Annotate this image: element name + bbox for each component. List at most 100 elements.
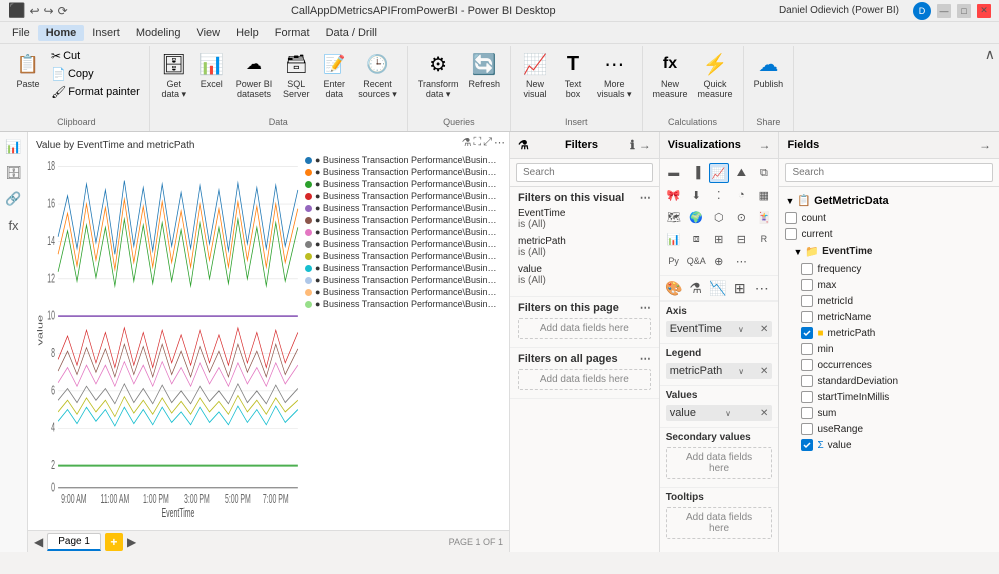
field-frequency-checkbox[interactable] [801, 263, 813, 275]
filters-search-input[interactable] [516, 163, 653, 182]
expand-chart-icon[interactable]: ⤢ [483, 136, 492, 149]
text-box-button[interactable]: T Textbox [555, 48, 591, 101]
viz-area-chart-btn[interactable]: ⛰ [731, 163, 751, 183]
report-view-icon[interactable]: 📊 [3, 136, 25, 158]
transform-data-button[interactable]: ⚙ Transformdata ▾ [414, 48, 463, 102]
filter-metricpath[interactable]: metricPath is (All) [518, 236, 651, 258]
viz-filled-map-btn[interactable]: 🌍 [686, 207, 706, 227]
viz-card-btn[interactable]: 🃏 [754, 207, 774, 227]
field-userange-checkbox[interactable] [801, 423, 813, 435]
data-view-icon[interactable]: 🗄 [3, 162, 25, 184]
quick-measure-button[interactable]: ⚡ Quickmeasure [694, 48, 737, 101]
viz-qa-btn[interactable]: Q&A [686, 251, 706, 271]
filters-expand-icon[interactable]: → [639, 138, 651, 152]
filter-eventtime[interactable]: EventTime is (All) [518, 208, 651, 230]
refresh-btn[interactable]: ⟳ [58, 4, 68, 18]
redo-btn[interactable]: ↪ [44, 4, 54, 18]
table-get-metric-data[interactable]: ▼ 📋 GetMetricData [779, 191, 999, 210]
page-tab[interactable]: Page 1 [47, 533, 101, 551]
fields-expand-icon[interactable]: → [979, 138, 991, 152]
field-occurrences-checkbox[interactable] [801, 359, 813, 371]
viz-gauge-btn[interactable]: ⊙ [731, 207, 751, 227]
viz-expand-icon[interactable]: → [758, 138, 770, 152]
field-metricpath[interactable]: ■ metricPath [779, 325, 999, 341]
more-chart-icon[interactable]: ⋯ [494, 136, 505, 149]
filters-info-icon[interactable]: ℹ [630, 138, 635, 152]
viz-more2-btn[interactable]: ⋯ [752, 278, 772, 298]
viz-table-btn[interactable]: ⊞ [709, 229, 729, 249]
field-frequency[interactable]: frequency [779, 261, 999, 277]
dax-icon[interactable]: fx [3, 214, 25, 236]
viz-line-chart-btn[interactable]: 📈 [709, 163, 729, 183]
filters-on-visual-more[interactable]: ⋯ [640, 191, 651, 204]
field-standard-deviation[interactable]: standardDeviation [779, 373, 999, 389]
field-userange[interactable]: useRange [779, 421, 999, 437]
viz-slicer-btn[interactable]: ⧈ [686, 229, 706, 249]
filters-on-page-more[interactable]: ⋯ [640, 301, 651, 314]
field-start-time-in-millis[interactable]: startTimeInMillis [779, 389, 999, 405]
viz-legend-remove-btn[interactable]: ✕ [760, 366, 768, 377]
field-current-checkbox[interactable] [785, 228, 797, 240]
viz-scatter-btn[interactable]: ⁚ [709, 185, 729, 205]
field-count[interactable]: count [779, 210, 999, 226]
add-secondary-values-btn[interactable]: Add data fields here [666, 447, 773, 479]
menu-data-drill[interactable]: Data / Drill [318, 25, 385, 41]
menu-format[interactable]: Format [267, 25, 318, 41]
filters-on-all-more[interactable]: ⋯ [640, 352, 651, 365]
field-max-checkbox[interactable] [801, 279, 813, 291]
new-measure-button[interactable]: fx Newmeasure [649, 48, 692, 101]
field-occurrences[interactable]: occurrences [779, 357, 999, 373]
chart-svg-container[interactable]: 18 16 14 12 10 8 6 4 2 0 value 9:00 AM [36, 155, 301, 517]
field-min-checkbox[interactable] [801, 343, 813, 355]
power-bi-datasets-button[interactable]: ☁ Power BIdatasets [232, 48, 277, 101]
menu-file[interactable]: File [4, 25, 38, 41]
viz-map-btn[interactable]: 🗺 [664, 207, 684, 227]
field-min[interactable]: min [779, 341, 999, 357]
viz-decomp-btn[interactable]: ⊕ [709, 251, 729, 271]
field-value[interactable]: Σ value [779, 437, 999, 453]
copy-button[interactable]: 📄 Copy [48, 66, 143, 82]
sql-server-button[interactable]: 🗃 SQLServer [278, 48, 314, 101]
minimize-btn[interactable]: — [937, 4, 951, 18]
field-standard-deviation-checkbox[interactable] [801, 375, 813, 387]
viz-r-visual-btn[interactable]: R [754, 229, 774, 249]
excel-button[interactable]: 📊 Excel [194, 48, 230, 91]
maximize-btn[interactable]: □ [957, 4, 971, 18]
viz-legend-chevron[interactable]: ∨ [738, 367, 744, 376]
field-current[interactable]: current [779, 226, 999, 242]
viz-matrix-btn[interactable]: ⊟ [731, 229, 751, 249]
viz-format-btn[interactable]: 🎨 [664, 278, 684, 298]
viz-combo-chart-btn[interactable]: ⧉ [754, 163, 774, 183]
field-count-checkbox[interactable] [785, 212, 797, 224]
viz-values-remove-btn[interactable]: ✕ [760, 408, 768, 419]
viz-column-chart-btn[interactable]: ▐ [686, 163, 706, 183]
menu-home[interactable]: Home [38, 25, 85, 41]
menu-insert[interactable]: Insert [84, 25, 128, 41]
field-max[interactable]: max [779, 277, 999, 293]
page-prev-btn[interactable]: ◀ [34, 535, 43, 549]
paste-button[interactable]: 📋 Paste [10, 48, 46, 91]
model-view-icon[interactable]: 🔗 [3, 188, 25, 210]
add-page-filter-btn[interactable]: Add data fields here [518, 318, 651, 339]
viz-bar-chart-btn[interactable]: ▬ [664, 163, 684, 183]
menu-modeling[interactable]: Modeling [128, 25, 189, 41]
viz-axis-chevron[interactable]: ∨ [738, 325, 744, 334]
menu-help[interactable]: Help [228, 25, 267, 41]
more-visuals-button[interactable]: ⋯ Morevisuals ▾ [593, 48, 636, 102]
filter-chart-icon[interactable]: ⚗ [462, 136, 472, 149]
viz-analytics-btn[interactable]: 📉 [708, 278, 728, 298]
field-metricid-checkbox[interactable] [801, 295, 813, 307]
undo-btn[interactable]: ↩ [29, 4, 39, 18]
filter-value[interactable]: value is (All) [518, 264, 651, 286]
recent-sources-button[interactable]: 🕒 Recentsources ▾ [354, 48, 401, 102]
ribbon-collapse-btn[interactable]: ∧ [985, 46, 995, 63]
new-visual-button[interactable]: 📈 Newvisual [517, 48, 553, 101]
cut-button[interactable]: ✂ Cut [48, 48, 143, 64]
close-btn[interactable]: ✕ [977, 4, 991, 18]
viz-waterfall-btn[interactable]: ⬇ [686, 185, 706, 205]
viz-fields-btn[interactable]: ⊞ [730, 278, 750, 298]
format-painter-button[interactable]: 🖌 Format painter [48, 84, 143, 100]
enter-data-button[interactable]: 📝 Enterdata [316, 48, 352, 101]
add-page-button[interactable]: + [105, 533, 123, 551]
field-group-eventtime[interactable]: ▼ 📁 EventTime [779, 242, 999, 261]
